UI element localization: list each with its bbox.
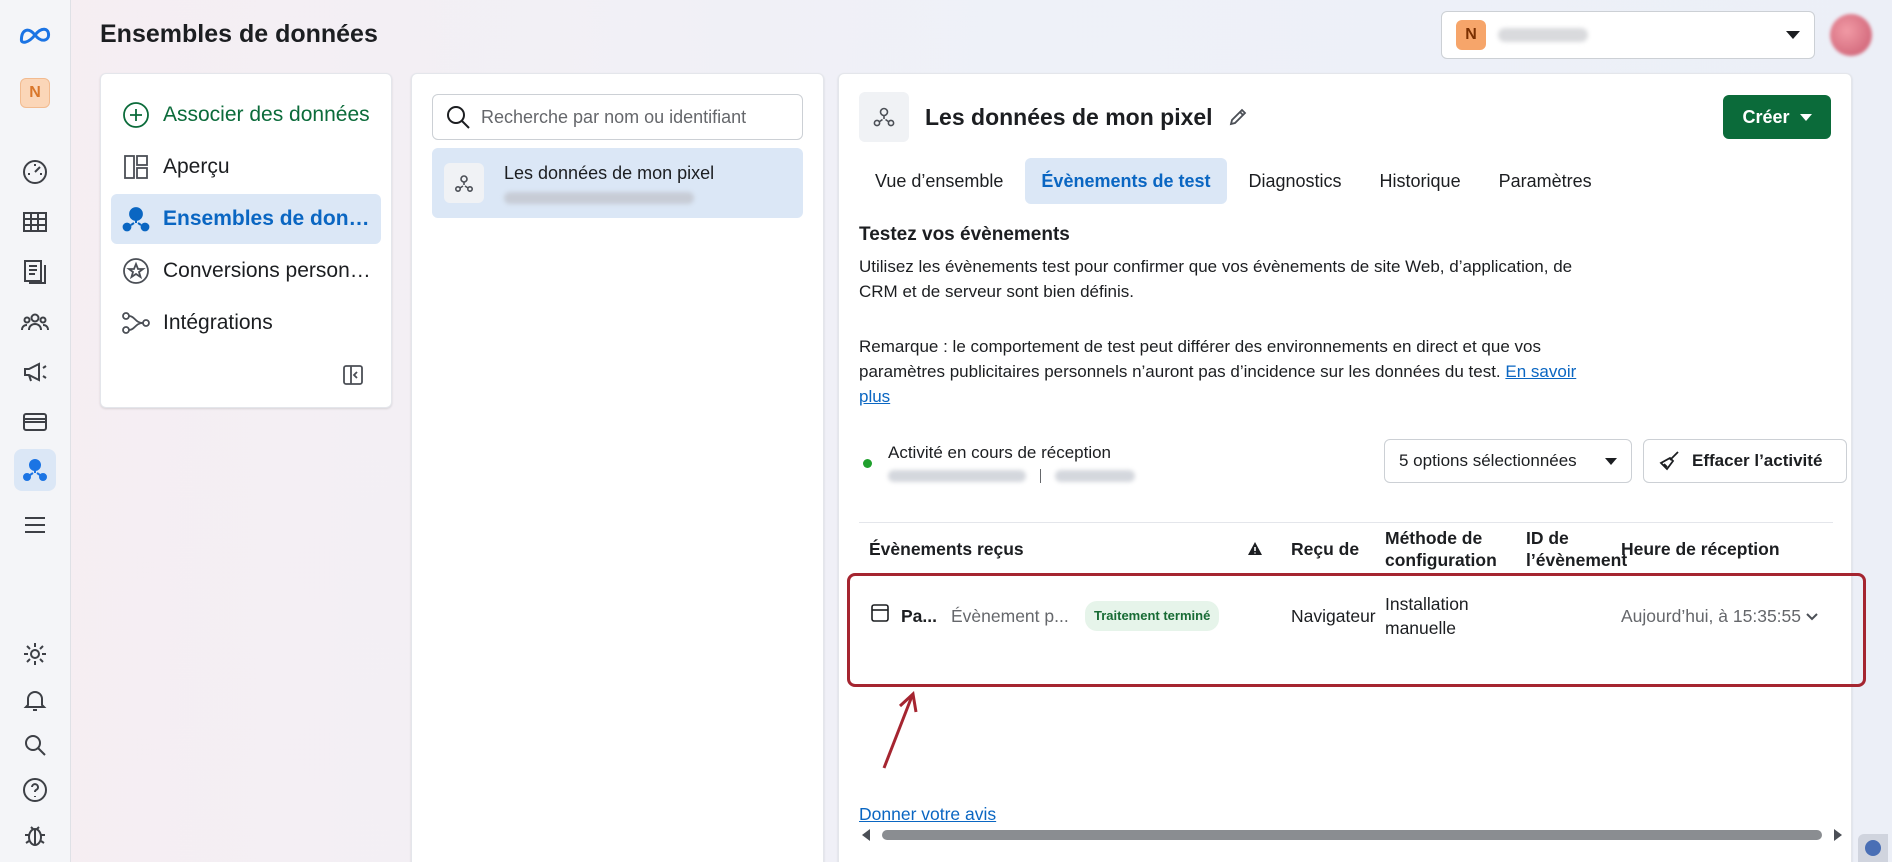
edit-pencil-icon[interactable]	[1227, 106, 1249, 128]
page-title: Ensembles de données	[100, 20, 378, 48]
highlight-annotation	[847, 573, 1866, 687]
table-grid-icon[interactable]	[14, 201, 56, 243]
account-name-redacted	[1498, 28, 1588, 42]
horizontal-scrollbar[interactable]	[862, 828, 1842, 842]
broom-icon	[1659, 451, 1679, 471]
nav-item-integrations[interactable]: Intégrations	[111, 298, 381, 348]
chevron-down-icon	[1786, 31, 1800, 39]
dataset-list-panel: Les données de mon pixel	[411, 73, 824, 862]
tab-settings[interactable]: Paramètres	[1483, 158, 1608, 204]
activity-details-redacted	[888, 469, 1135, 483]
tab-overview[interactable]: Vue d’ensemble	[859, 158, 1019, 204]
annotation-arrow-icon	[882, 691, 918, 769]
globe-icon[interactable]	[1858, 834, 1888, 862]
clear-activity-button[interactable]: Effacer l’activité	[1643, 439, 1847, 483]
dataset-nav-panel: Associer des données Aperçu Ensembles de…	[100, 73, 392, 408]
tab-test-events[interactable]: Évènements de test	[1025, 158, 1227, 204]
chevron-down-icon	[1799, 113, 1812, 121]
collapse-panel-icon[interactable]	[341, 363, 365, 387]
col-setup-method: Méthode de configuration	[1385, 528, 1497, 570]
scroll-left-icon[interactable]	[862, 829, 870, 841]
scroll-right-icon[interactable]	[1834, 829, 1842, 841]
col-events-received: Évènements reçus	[869, 539, 1024, 559]
dataset-name: Les données de mon pixel	[504, 162, 715, 183]
dataset-id-redacted	[504, 191, 694, 204]
catalog-pages-icon[interactable]	[14, 251, 56, 293]
nav-item-overview[interactable]: Aperçu	[111, 142, 381, 192]
business-account-selector[interactable]: N	[1441, 11, 1815, 59]
nav-item-connect-data[interactable]: Associer des données	[111, 90, 381, 140]
tab-history[interactable]: Historique	[1364, 158, 1477, 204]
account-avatar[interactable]: N	[14, 72, 56, 114]
dataset-icon	[121, 204, 151, 234]
dataset-title: Les données de mon pixel	[925, 103, 1213, 130]
dataset-detail-panel: Les données de mon pixel Créer Vue d’ens…	[838, 73, 1852, 862]
col-event-id: ID de l’évènement	[1526, 528, 1628, 570]
chevron-down-icon	[1605, 457, 1617, 465]
dataset-search[interactable]	[432, 94, 803, 140]
search-icon[interactable]	[14, 724, 56, 766]
meta-logo-icon[interactable]	[14, 14, 56, 56]
search-input[interactable]	[481, 106, 781, 128]
section-description: Utilisez les évènements test pour confir…	[859, 257, 1573, 301]
user-avatar[interactable]	[1830, 14, 1872, 56]
event-filter-select[interactable]: 5 options sélectionnées	[1384, 439, 1632, 483]
overview-layout-icon	[121, 152, 151, 182]
help-question-icon[interactable]	[14, 769, 56, 811]
events-manager-icon[interactable]	[14, 449, 56, 491]
all-tools-menu-icon[interactable]	[14, 504, 56, 546]
dataset-tabs: Vue d’ensemble Évènements de test Diagno…	[859, 158, 1831, 204]
ads-megaphone-icon[interactable]	[14, 351, 56, 393]
dataset-list-item[interactable]: Les données de mon pixel	[432, 148, 803, 218]
warning-icon	[1247, 523, 1263, 575]
nav-item-custom-conversions[interactable]: Conversions personnalisées	[111, 246, 381, 296]
pixel-dataset-icon	[859, 92, 909, 142]
test-note: Remarque : le comportement de test peut …	[859, 337, 1577, 406]
notifications-bell-icon[interactable]	[14, 679, 56, 721]
create-button[interactable]: Créer	[1723, 95, 1831, 139]
section-title: Testez vos évènements	[859, 224, 1070, 245]
tab-diagnostics[interactable]: Diagnostics	[1233, 158, 1358, 204]
left-rail: N	[0, 0, 71, 862]
billing-card-icon[interactable]	[14, 401, 56, 443]
account-badge: N	[1456, 20, 1486, 50]
plus-circle-icon	[121, 100, 151, 130]
integrations-icon	[121, 308, 151, 338]
star-circle-icon	[121, 256, 151, 286]
pixel-dataset-icon	[444, 163, 484, 203]
search-icon	[447, 106, 470, 129]
audiences-people-icon[interactable]	[14, 301, 56, 343]
dashboard-gauge-icon[interactable]	[14, 151, 56, 193]
activity-status: Activité en cours de réception	[888, 443, 1112, 462]
scrollbar-thumb[interactable]	[882, 830, 1822, 840]
table-header: Évènements reçus Reçu de Méthode de conf…	[859, 522, 1833, 574]
activity-row: Activité en cours de réception 5 options…	[859, 439, 1847, 487]
report-bug-icon[interactable]	[14, 814, 56, 856]
nav-item-datasets[interactable]: Ensembles de données	[111, 194, 381, 244]
feedback-link[interactable]: Donner votre avis	[859, 804, 996, 825]
col-received-from: Reçu de	[1291, 539, 1360, 559]
settings-gear-icon[interactable]	[14, 633, 56, 675]
status-dot	[863, 458, 872, 468]
col-received-time: Heure de réception	[1621, 539, 1780, 559]
